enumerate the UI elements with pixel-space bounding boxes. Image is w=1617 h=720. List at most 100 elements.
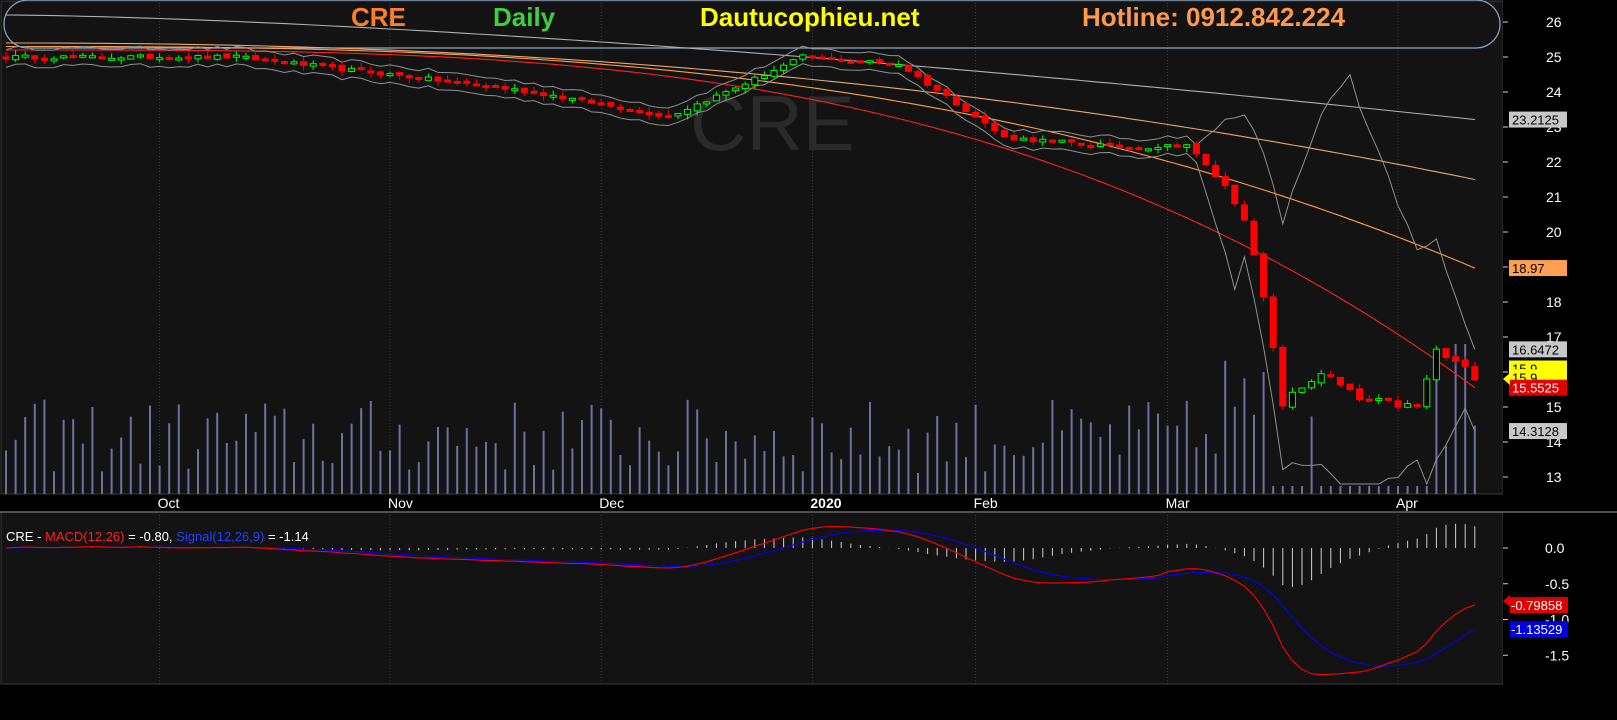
candle-body <box>1135 147 1143 151</box>
volume-bar <box>369 400 372 494</box>
candle-body <box>309 63 317 67</box>
volume-bar <box>1310 416 1313 494</box>
volume-bar <box>542 430 545 494</box>
volume-bar <box>1109 424 1111 494</box>
volume-bar <box>1262 371 1265 494</box>
candle-body <box>732 87 740 92</box>
candle-body <box>703 101 711 105</box>
candle-body <box>98 56 106 60</box>
candle-body <box>501 86 509 90</box>
y-tick-label: 26 <box>1546 14 1562 30</box>
candle-body <box>933 84 941 91</box>
volume-bar <box>638 427 641 494</box>
volume-bar <box>609 419 612 494</box>
candle-body <box>156 57 164 61</box>
candle-body <box>69 55 77 59</box>
volume-bar <box>1272 486 1275 494</box>
candle-body <box>866 60 874 64</box>
candle-body <box>79 54 87 58</box>
volume-bar <box>1137 429 1140 494</box>
volume-bar <box>81 443 84 494</box>
candle-body <box>348 67 356 72</box>
candle-body <box>280 61 288 65</box>
candle-body <box>1010 134 1018 141</box>
volume-bar <box>715 462 718 494</box>
volume-bar <box>312 423 315 494</box>
candle-body <box>1260 253 1268 298</box>
candle-body <box>578 97 586 101</box>
volume-bar <box>773 430 775 494</box>
candle-body <box>1221 176 1229 187</box>
candle-body <box>655 112 663 117</box>
volume-bar <box>657 451 660 494</box>
candle-body <box>223 53 231 59</box>
candle-body <box>885 62 893 66</box>
volume-bar <box>149 405 151 494</box>
candle-body <box>12 55 20 61</box>
candle-body <box>1154 147 1162 151</box>
volume-bar <box>1368 486 1371 494</box>
volume-bar <box>1454 344 1457 494</box>
candle-body <box>1048 139 1056 143</box>
candle-body <box>799 54 807 60</box>
candle-body <box>1125 146 1133 150</box>
candle-body <box>808 55 816 59</box>
x-tick-label-nov: Nov <box>388 495 413 511</box>
volume-bar <box>917 472 919 494</box>
volume-bar <box>1185 400 1188 494</box>
candle-body <box>1039 138 1047 143</box>
candle-body <box>31 55 39 60</box>
volume-bar <box>465 428 468 494</box>
volume-bar <box>389 450 391 494</box>
candle-body <box>914 71 922 77</box>
volume-bar <box>513 402 516 494</box>
volume-bar <box>437 426 439 494</box>
volume-bar <box>1233 406 1236 494</box>
volume-bar <box>696 409 699 494</box>
candle-body <box>1029 137 1037 143</box>
candle-body <box>88 55 96 59</box>
volume-bar <box>629 465 631 494</box>
volume-bar <box>667 465 670 494</box>
x-tick-label-apr: Apr <box>1396 495 1418 511</box>
candle-body <box>1317 373 1325 384</box>
volume-bar <box>965 457 967 494</box>
volume-bar <box>1425 486 1428 494</box>
volume-bar <box>1416 486 1419 494</box>
candle-body <box>828 57 836 61</box>
volume-bar <box>216 412 219 494</box>
volume-bar <box>1070 409 1073 494</box>
candle-body <box>242 55 250 59</box>
y-tick-label: 22 <box>1546 154 1562 170</box>
candle-body <box>837 58 845 62</box>
macd-value-label: -1.13529 <box>1511 622 1562 637</box>
candle-body <box>818 56 826 60</box>
candle-body <box>1077 142 1085 146</box>
volume-bar <box>782 456 785 494</box>
candle-body <box>981 115 989 124</box>
volume-bar <box>24 417 27 494</box>
macd-value-label: -0.79858 <box>1511 598 1562 613</box>
candle-body <box>1327 374 1335 378</box>
volume-bar <box>283 408 286 494</box>
volume-bar <box>91 406 94 494</box>
candle-body <box>511 88 519 92</box>
candle-body <box>856 60 864 64</box>
volume-bar <box>1118 454 1121 494</box>
volume-bar <box>974 404 977 494</box>
volume-bar <box>293 462 295 494</box>
candle-body <box>1096 143 1104 147</box>
volume-bar <box>648 440 651 494</box>
candle-body <box>1250 220 1258 256</box>
candle-body <box>1183 144 1191 148</box>
volume-bar <box>379 450 382 494</box>
volume-bar <box>1099 436 1102 494</box>
volume-bar <box>225 442 228 494</box>
candle-body <box>492 84 500 88</box>
volume-bar <box>168 423 171 494</box>
volume-bar <box>725 431 727 494</box>
x-tick-label-oct: Oct <box>158 495 180 511</box>
volume-bar <box>753 435 756 494</box>
site-title: Dautucophieu.net <box>700 2 920 32</box>
volume-bar <box>907 428 910 494</box>
